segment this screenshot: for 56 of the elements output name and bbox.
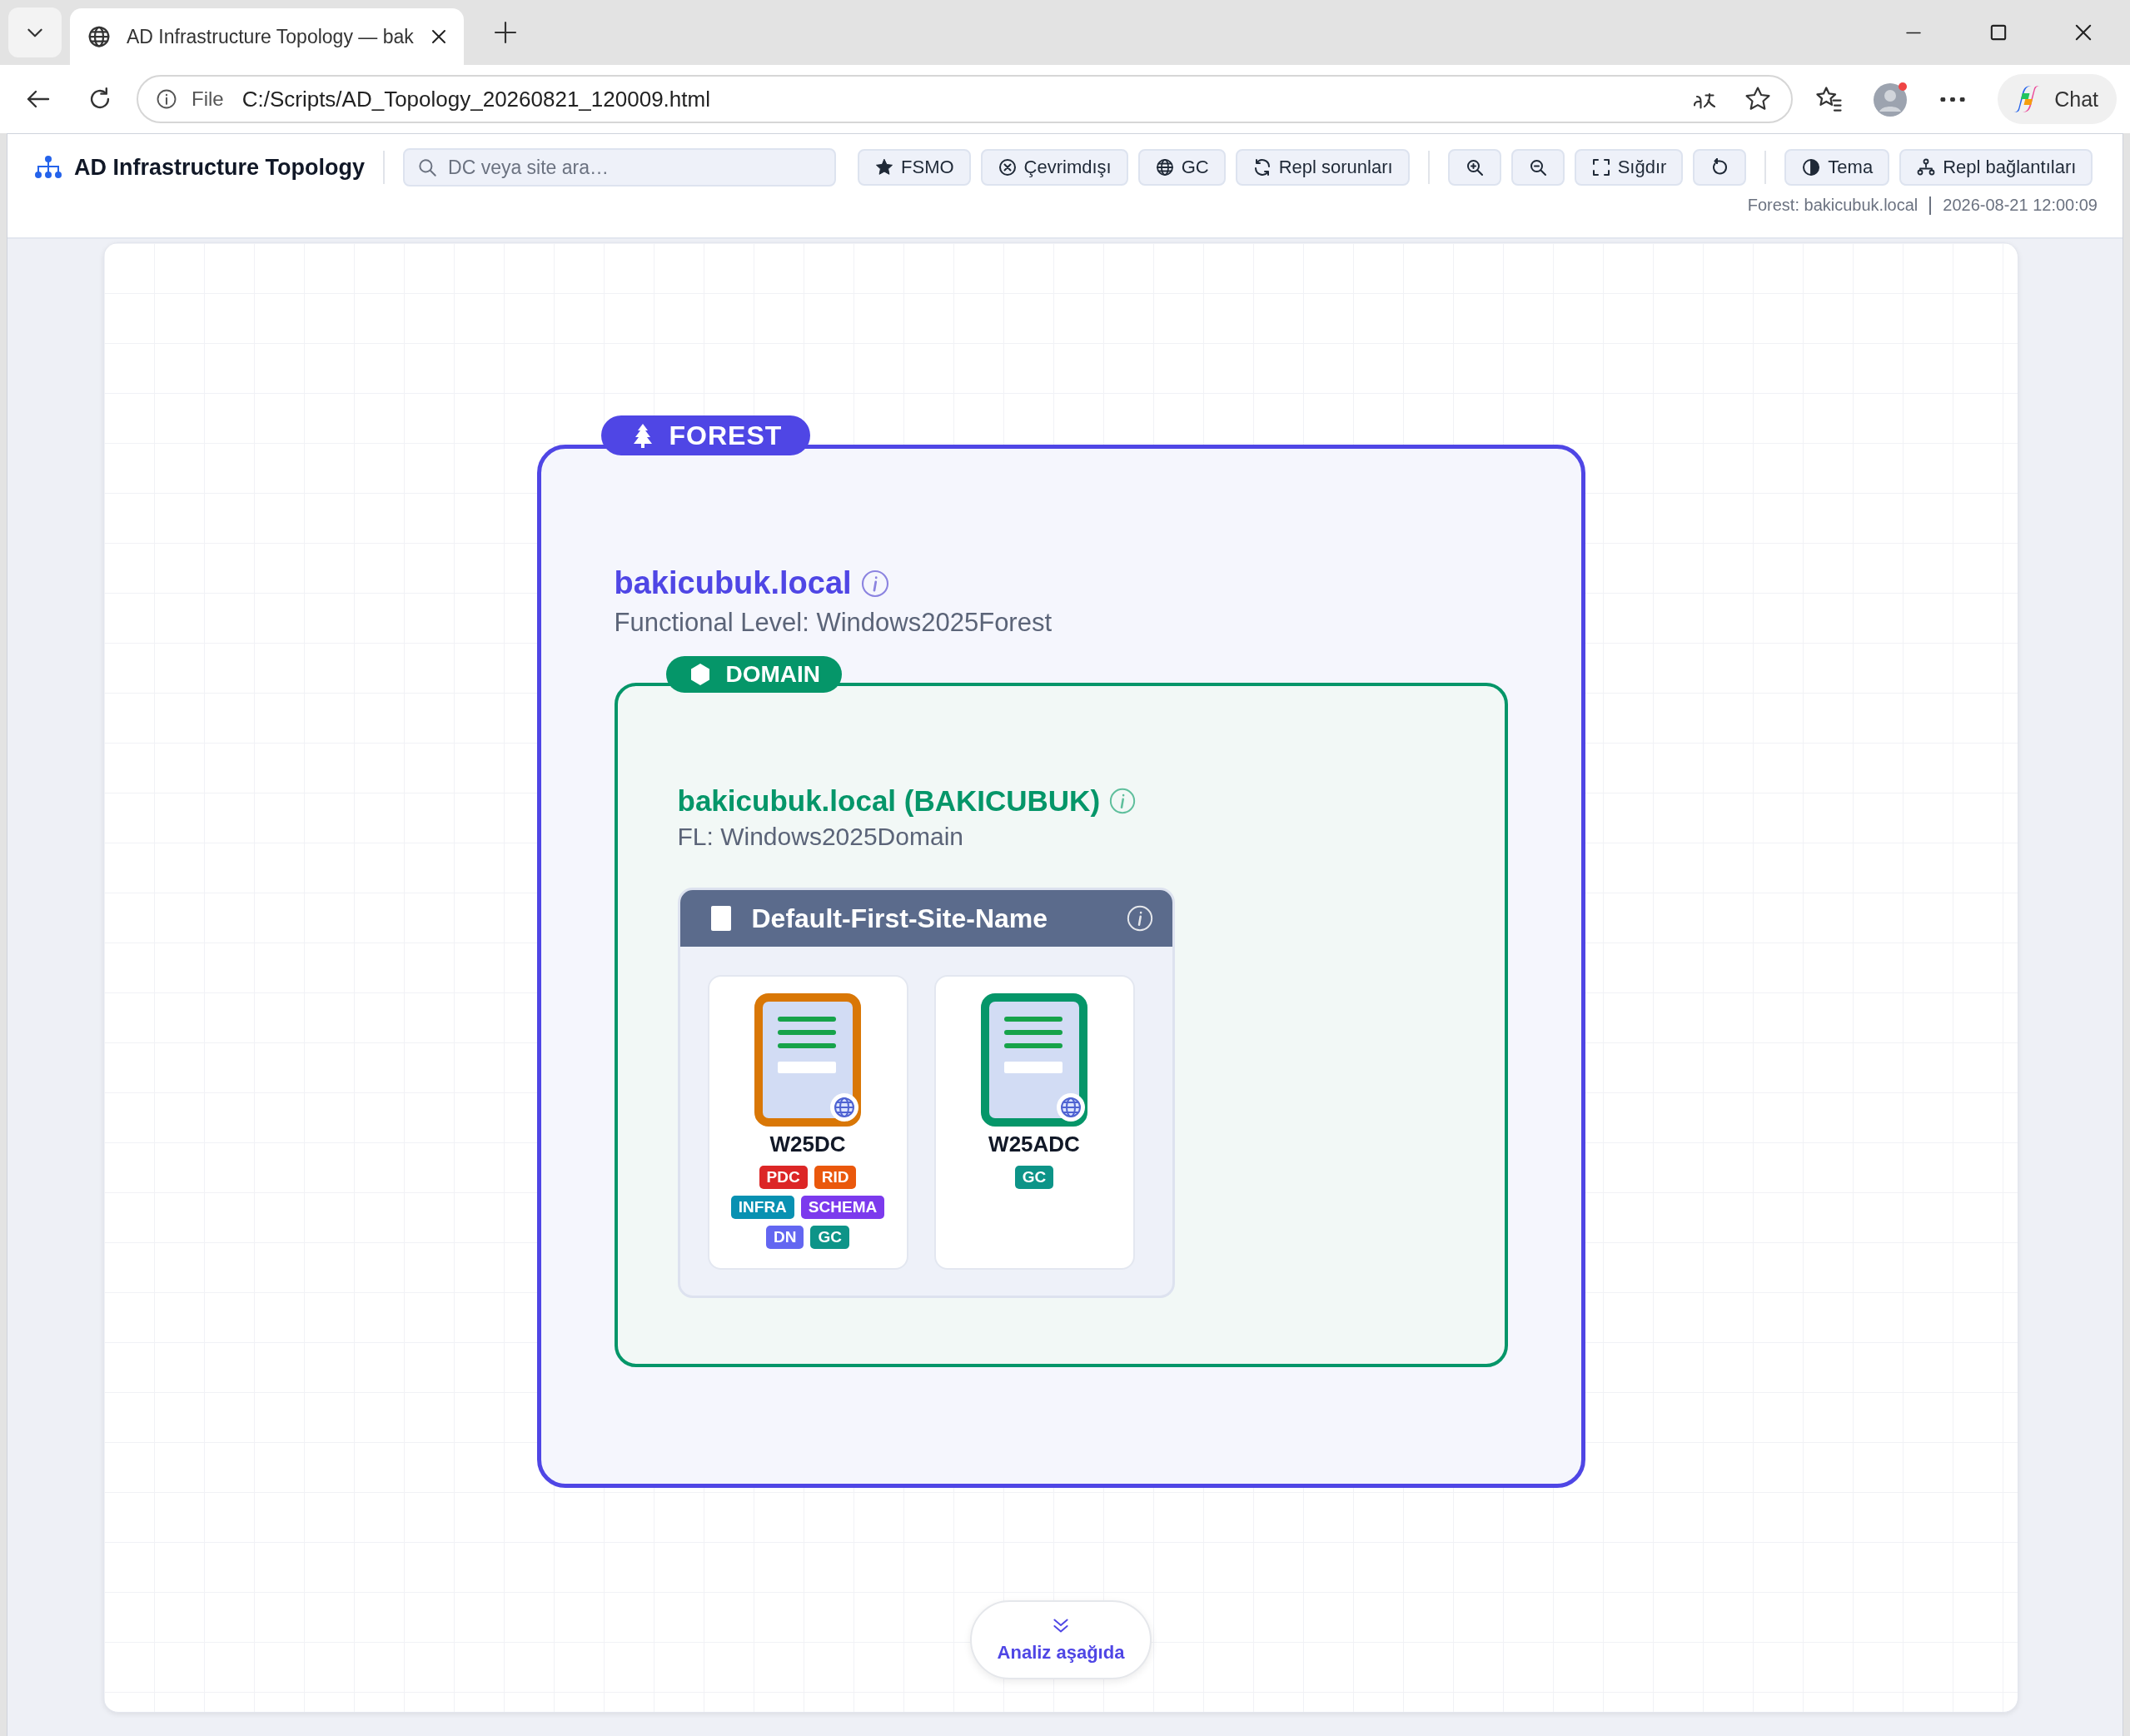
info-icon <box>1125 904 1154 933</box>
site-name: Default-First-Site-Name <box>751 903 1048 934</box>
tree-icon <box>632 423 653 448</box>
hierarchy-icon <box>34 155 62 180</box>
role-badge: SCHEMA <box>800 1196 885 1219</box>
scroll-to-analysis-button[interactable]: Analiz aşağıda <box>970 1600 1152 1679</box>
zoom-in-button[interactable] <box>1447 149 1501 186</box>
more-icon <box>1940 97 1966 102</box>
timestamp: 2026-08-21 12:00:09 <box>1943 196 2098 215</box>
network-icon <box>1916 157 1937 177</box>
app-title: AD Infrastructure Topology <box>74 154 365 181</box>
search-icon <box>416 157 438 178</box>
functional-level: Functional Level: Windows2025Forest <box>614 608 1053 638</box>
info-icon <box>155 87 178 111</box>
reset-button[interactable] <box>1693 149 1747 186</box>
role-badge: DN <box>766 1226 804 1249</box>
globe-icon <box>87 24 112 49</box>
role-badge: GC <box>810 1226 849 1249</box>
address-field[interactable]: File C:/Scripts/AD_Topology_20260821_120009.html <box>137 75 1794 123</box>
fit-icon <box>1590 157 1611 177</box>
dc-name: W25DC <box>769 1132 846 1157</box>
refresh-button[interactable]: Repl sorunları <box>1235 149 1410 186</box>
offline-icon <box>997 157 1018 177</box>
role-badge: PDC <box>759 1166 808 1189</box>
chat-button[interactable]: Chat <box>1998 74 2117 124</box>
star-button[interactable]: FSMO <box>858 149 971 186</box>
url-text: C:/Scripts/AD_Topology_20260821_120009.html <box>241 86 710 112</box>
role-badge: GC <box>1014 1166 1054 1189</box>
forest-badge: FOREST <box>600 415 811 455</box>
url-scheme: File <box>192 87 224 111</box>
offline-button[interactable]: Çevrimdışı <box>980 149 1128 186</box>
role-badge: RID <box>814 1166 857 1189</box>
search-field[interactable]: DC veya site ara… <box>403 148 836 187</box>
contrast-button[interactable]: Tema <box>1784 149 1890 186</box>
tab-title: AD Infrastructure Topology — bak <box>127 25 414 48</box>
hexagon-icon <box>689 663 711 686</box>
domain-badge: DOMAIN <box>665 656 843 693</box>
dc-name: W25ADC <box>988 1132 1080 1157</box>
forest-name: bakicubuk.local <box>614 565 852 601</box>
info-icon <box>1108 787 1137 815</box>
globe-button[interactable]: GC <box>1137 149 1226 186</box>
domain-name: bakicubuk.local (BAKICUBUK) <box>677 784 1101 818</box>
fit-button[interactable]: Sığdır <box>1574 149 1684 186</box>
dc-card[interactable]: W25DC PDC RID INFRA SCHEMA DN GC <box>707 975 908 1270</box>
site-icon <box>709 905 732 932</box>
browser-tab[interactable]: AD Infrastructure Topology — bak <box>70 8 464 65</box>
star-icon <box>874 157 894 177</box>
forest-name-label: Forest: bakicubuk.local <box>1747 196 1918 215</box>
domain-functional-level: FL: Windows2025Domain <box>677 823 964 851</box>
info-icon <box>859 568 890 599</box>
role-badge: INFRA <box>730 1196 794 1219</box>
globe-icon <box>1154 157 1175 177</box>
dc-card[interactable]: W25ADC GC <box>933 975 1135 1270</box>
contrast-icon <box>1801 157 1822 177</box>
network-button[interactable]: Repl bağlantıları <box>1899 149 2093 186</box>
zoom-out-button[interactable] <box>1510 149 1565 186</box>
